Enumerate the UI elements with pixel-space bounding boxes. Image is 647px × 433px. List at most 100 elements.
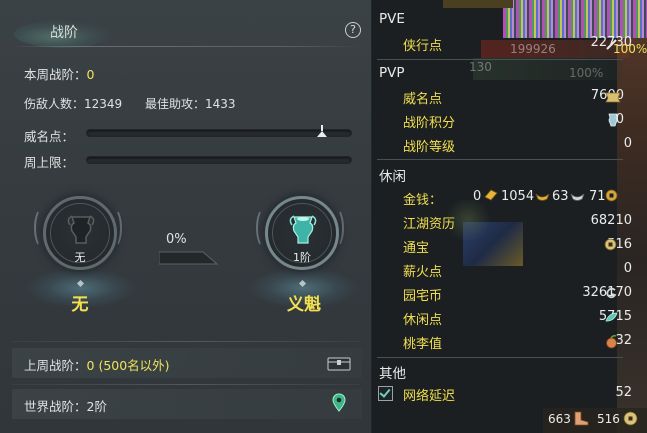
kills-stat: 伤敌人数：12349	[24, 95, 122, 112]
rank-progress-percent: 0%	[166, 232, 187, 247]
latency-label: 网络延迟	[403, 389, 456, 404]
pvp-row-rank-level: 战阶等级 0	[403, 136, 638, 156]
feather-icon	[606, 39, 617, 50]
money-ingot-value: 1054	[501, 189, 535, 204]
leisure-row-taoli: 桃李值 32	[403, 333, 638, 353]
pvp-row-rank-points: 战阶积分 0	[403, 112, 638, 132]
kills-label: 伤敌人数：	[24, 97, 85, 111]
weekly-rank-value: 0	[86, 67, 95, 82]
latency-checkbox[interactable]	[378, 386, 393, 401]
week-cap-progress-bar	[86, 156, 352, 164]
leisure-row-jianghu: 江湖资历 68210	[403, 213, 638, 233]
row-label: 通宝	[403, 241, 430, 256]
backdrop-glitch	[503, 0, 647, 38]
divider	[377, 357, 623, 358]
silver-ingot-icon	[570, 193, 585, 201]
footer-coin-icon	[623, 411, 638, 426]
leisure-row-xinhuo: 薪火点 0	[403, 261, 638, 281]
footer-value-1: 663	[548, 412, 571, 426]
gold-bar-icon	[484, 189, 498, 201]
last-week-rank: 上周战阶：0 (500名以外)	[24, 355, 170, 374]
row-value: 0	[623, 261, 632, 276]
row-label: 桃李值	[403, 337, 443, 352]
header-divider	[10, 46, 362, 47]
row-label: 园宅币	[403, 289, 443, 304]
assist-stat: 最佳助攻：1433	[145, 95, 236, 112]
world-rank: 世界战阶：2阶	[24, 396, 107, 415]
help-icon[interactable]: ?	[345, 22, 361, 38]
row-value: 0	[623, 136, 632, 151]
divider	[377, 159, 623, 160]
combat-rank-panel: 战阶 ? 本周战阶：0 伤敌人数：12349 最佳助攻：1433 威名点： 周上…	[0, 0, 372, 433]
world-rank-value: 2阶	[86, 399, 107, 414]
divider	[377, 59, 623, 60]
backdrop-strip	[443, 0, 513, 8]
backdrop-percent: 100%	[569, 66, 604, 80]
garden-coin-icon	[606, 287, 617, 299]
chest-icon[interactable]	[327, 355, 351, 371]
pvp-heading: PVP	[379, 65, 405, 81]
next-rank-badge: 1阶	[265, 196, 339, 270]
other-heading: 其他	[379, 366, 406, 382]
divider	[12, 341, 360, 342]
current-rank-sub: 无	[74, 251, 86, 264]
next-rank-sub: 1阶	[293, 251, 311, 264]
progress-arrow-icon	[159, 251, 219, 265]
backdrop-number: 199926	[510, 42, 556, 56]
tongbao-coin-icon	[604, 238, 617, 251]
current-rank-icon	[67, 215, 95, 244]
divider	[12, 384, 360, 385]
current-rank-badge: 无	[43, 196, 117, 270]
money-gold-value: 0	[473, 189, 482, 204]
weekly-rank: 本周战阶：0	[24, 64, 94, 83]
prestige-label: 威名点：	[24, 129, 75, 144]
money-copper-value: 71	[589, 189, 606, 204]
panel-title: 战阶	[50, 25, 78, 41]
week-cap-label: 周上限：	[24, 155, 75, 170]
leisure-row-leisure-points: 休闲点 5715	[403, 309, 638, 329]
backdrop-percent: 100%	[613, 42, 647, 56]
map-pin-icon[interactable]	[332, 393, 346, 413]
last-week-label: 上周战阶：	[24, 358, 87, 373]
footer-value-2: 516	[597, 412, 620, 426]
row-value: 68210	[590, 213, 632, 228]
assist-value: 1433	[205, 97, 236, 111]
prestige-marker-icon	[316, 125, 327, 139]
row-label: 战阶等级	[403, 140, 456, 155]
leisure-row-tongbao: 通宝 516	[403, 237, 638, 257]
money-label: 金钱：	[403, 193, 443, 208]
money-row: 金钱： 0 1054 63 71	[403, 189, 643, 209]
row-label: 薪火点	[403, 265, 443, 280]
weekly-rank-label: 本周战阶：	[24, 67, 87, 82]
row-label: 江湖资历	[403, 217, 456, 232]
peach-icon	[606, 335, 617, 349]
money-silver-value: 63	[552, 189, 569, 204]
current-rank-name: 无	[71, 295, 89, 315]
next-rank-icon	[289, 215, 317, 244]
row-label: 休闲点	[403, 313, 443, 328]
prestige-banner-icon	[605, 92, 621, 103]
gold-ingot-icon	[535, 193, 550, 201]
latency-value: 52	[615, 385, 632, 400]
rank-trophy-icon	[608, 113, 618, 127]
pve-heading: PVE	[379, 11, 405, 27]
row-label: 侠行点	[403, 39, 443, 54]
kills-value: 12349	[84, 97, 123, 111]
row-label: 战阶积分	[403, 116, 456, 131]
boot-icon	[574, 411, 589, 426]
assist-label: 最佳助攻：	[145, 97, 206, 111]
pvp-row-prestige: 威名点 7600	[403, 88, 638, 108]
panel-header: 战阶	[0, 14, 372, 48]
prestige-progress-bar	[86, 125, 352, 137]
currency-panel: PVE 侠行点 22730 199926 100% PVP 130 100% 威…	[373, 0, 647, 433]
next-rank-name: 义魁	[287, 295, 321, 315]
row-label: 威名点	[403, 92, 443, 107]
world-rank-label: 世界战阶：	[24, 399, 87, 414]
copper-coin-icon	[605, 189, 618, 202]
leisure-row-garden-coin: 园宅币 326170	[403, 285, 638, 305]
leaf-icon	[605, 312, 618, 322]
latency-row: 网络延迟 52	[403, 385, 638, 405]
last-week-value: 0 (500名以外)	[86, 358, 170, 373]
leisure-heading: 休闲	[379, 169, 406, 185]
backdrop-number: 130	[469, 60, 492, 74]
